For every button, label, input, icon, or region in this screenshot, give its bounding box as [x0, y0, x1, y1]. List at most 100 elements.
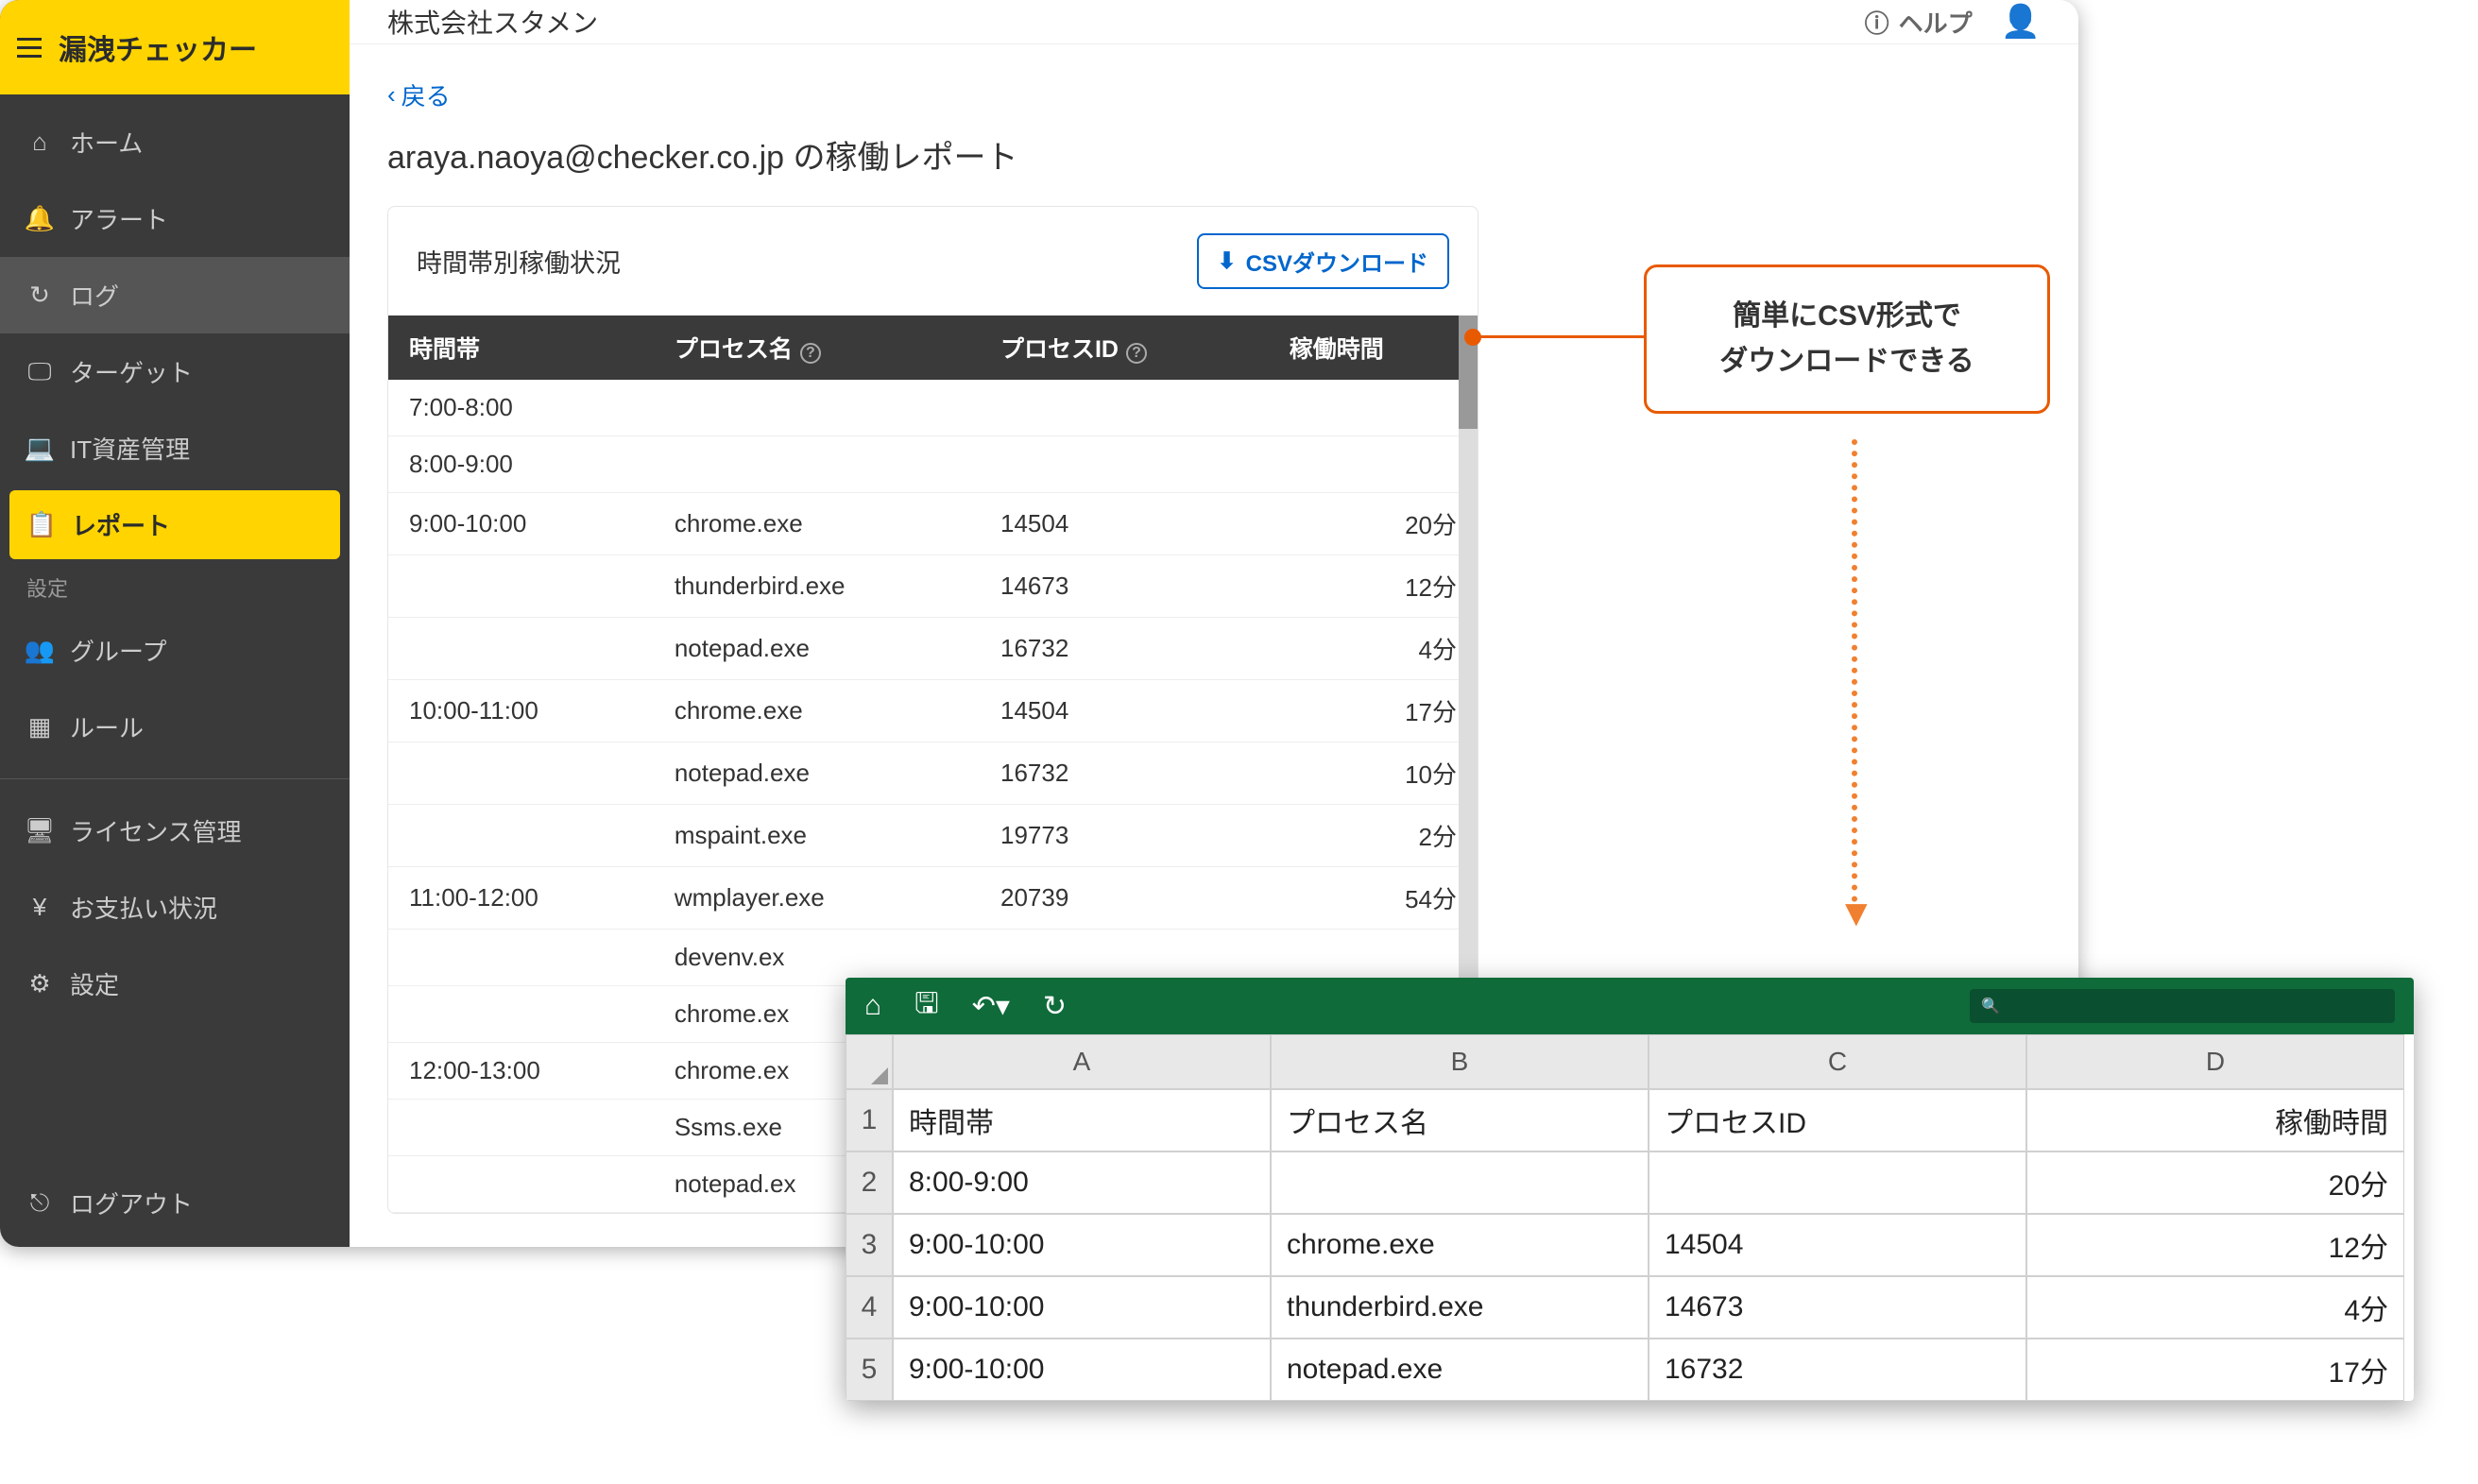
excel-cell-c[interactable]: 14673: [1649, 1276, 2026, 1339]
excel-toolbar: ⌂ 🖫 ↶▾ ↻ 🔍: [846, 978, 2414, 1034]
sidebar-item-assets[interactable]: 💻IT資産管理: [0, 410, 350, 486]
help-circle-icon[interactable]: ?: [1126, 343, 1147, 364]
excel-row-number[interactable]: 3: [846, 1214, 893, 1276]
sidebar-item-settings[interactable]: ⚙設定: [0, 946, 350, 1022]
monitor-icon: 🖵: [26, 359, 53, 385]
excel-cell-d[interactable]: 4分: [2026, 1276, 2404, 1339]
excel-row-number[interactable]: 4: [846, 1276, 893, 1339]
col-duration: 稼働時間: [1269, 316, 1478, 380]
col-pid: プロセスID?: [980, 316, 1269, 380]
search-icon: 🔍: [1981, 997, 2000, 1015]
excel-col-header[interactable]: A: [893, 1034, 1271, 1089]
download-icon: ⬇: [1218, 247, 1237, 275]
excel-row-number[interactable]: 2: [846, 1151, 893, 1214]
excel-cell-d[interactable]: 稼働時間: [2026, 1089, 2404, 1151]
excel-grid: ABCD1時間帯プロセス名プロセスID稼働時間28:00-9:0020分39:0…: [846, 1034, 2414, 1401]
excel-cell-c[interactable]: 14504: [1649, 1214, 2026, 1276]
excel-cell-b[interactable]: thunderbird.exe: [1271, 1276, 1649, 1339]
sidebar-item-alert[interactable]: 🔔アラート: [0, 180, 350, 257]
arrow-head-icon: ▼: [1837, 893, 1875, 935]
table-row: 10:00-11:00chrome.exe1450417分: [388, 680, 1478, 742]
clipboard-icon: 📋: [28, 512, 55, 538]
logout-icon: ⎋: [26, 1190, 53, 1217]
logout-button[interactable]: ⎋ログアウト: [0, 1159, 350, 1247]
topbar-actions: ⓘヘルプ 👤: [1865, 3, 2041, 41]
excel-cell-d[interactable]: 20分: [2026, 1151, 2404, 1214]
arrow-dotted: [1852, 439, 1857, 902]
excel-col-header[interactable]: C: [1649, 1034, 2026, 1089]
laptop-icon: 💻: [26, 435, 53, 462]
excel-row-number[interactable]: 5: [846, 1339, 893, 1401]
page-title: araya.naoya@checker.co.jp の稼働レポート: [387, 131, 2041, 178]
table-row: 7:00-8:00: [388, 380, 1478, 436]
sidebar-item-payment[interactable]: ¥お支払い状況: [0, 869, 350, 946]
home-icon: ⌂: [26, 129, 53, 156]
csv-download-button[interactable]: ⬇CSVダウンロード: [1197, 233, 1449, 289]
sidebar-item-license[interactable]: 🖥ライセンス管理: [0, 793, 350, 869]
grid-icon: ▦: [26, 714, 53, 741]
topbar: 株式会社スタメン ⓘヘルプ 👤: [350, 0, 2078, 44]
excel-cell-a[interactable]: 時間帯: [893, 1089, 1271, 1151]
sidebar-item-group[interactable]: 👥グループ: [0, 612, 350, 689]
card-header: 時間帯別稼働状況 ⬇CSVダウンロード: [388, 207, 1478, 316]
excel-cell-a[interactable]: 9:00-10:00: [893, 1214, 1271, 1276]
sidebar: 漏洩チェッカー ⌂ホーム 🔔アラート ↻ログ 🖵ターゲット 💻IT資産管理 📋レ…: [0, 0, 350, 1247]
company-name: 株式会社スタメン: [387, 3, 1865, 41]
excel-corner[interactable]: [846, 1034, 893, 1089]
chevron-left-icon: ‹: [387, 80, 396, 110]
sidebar-item-log[interactable]: ↻ログ: [0, 257, 350, 333]
sidebar-item-rule[interactable]: ▦ルール: [0, 689, 350, 765]
table-row: notepad.exe1673210分: [388, 742, 1478, 805]
brand-header: 漏洩チェッカー: [0, 0, 350, 94]
help-icon: ⓘ: [1865, 5, 1889, 40]
save-icon[interactable]: 🖫: [914, 982, 939, 1031]
excel-cell-a[interactable]: 9:00-10:00: [893, 1276, 1271, 1339]
excel-cell-b[interactable]: プロセス名: [1271, 1089, 1649, 1151]
excel-cell-c[interactable]: プロセスID: [1649, 1089, 2026, 1151]
excel-cell-a[interactable]: 9:00-10:00: [893, 1339, 1271, 1401]
excel-search[interactable]: 🔍: [1970, 989, 2395, 1023]
nav-section-label: 設定: [0, 563, 350, 612]
excel-cell-b[interactable]: chrome.exe: [1271, 1214, 1649, 1276]
gear-icon: ⚙: [26, 971, 53, 998]
yen-icon: ¥: [26, 895, 53, 921]
user-icon[interactable]: 👤: [2001, 3, 2041, 41]
excel-cell-c[interactable]: 16732: [1649, 1339, 2026, 1401]
excel-cell-c[interactable]: [1649, 1151, 2026, 1214]
excel-cell-a[interactable]: 8:00-9:00: [893, 1151, 1271, 1214]
table-row: 9:00-10:00chrome.exe1450420分: [388, 493, 1478, 555]
col-process: プロセス名?: [654, 316, 980, 380]
menu-icon[interactable]: [17, 38, 42, 58]
callout-dot: [1464, 329, 1481, 346]
nav: ⌂ホーム 🔔アラート ↻ログ 🖵ターゲット 💻IT資産管理 📋レポート 設定 👥…: [0, 94, 350, 1159]
table-row: thunderbird.exe1467312分: [388, 555, 1478, 618]
excel-cell-b[interactable]: [1271, 1151, 1649, 1214]
group-icon: 👥: [26, 638, 53, 664]
table-row: 11:00-12:00wmplayer.exe2073954分: [388, 867, 1478, 930]
divider: [0, 778, 350, 779]
display-icon: 🖥: [26, 818, 53, 844]
sidebar-item-target[interactable]: 🖵ターゲット: [0, 333, 350, 410]
excel-cell-d[interactable]: 17分: [2026, 1339, 2404, 1401]
sidebar-item-home[interactable]: ⌂ホーム: [0, 104, 350, 180]
excel-col-header[interactable]: B: [1271, 1034, 1649, 1089]
undo-icon[interactable]: ↶▾: [972, 990, 1010, 1023]
history-icon: ↻: [26, 282, 53, 309]
refresh-icon[interactable]: ↻: [1043, 990, 1067, 1023]
back-link[interactable]: ‹戻る: [387, 77, 451, 112]
excel-cell-d[interactable]: 12分: [2026, 1214, 2404, 1276]
excel-cell-b[interactable]: notepad.exe: [1271, 1339, 1649, 1401]
excel-row-number[interactable]: 1: [846, 1089, 893, 1151]
table-row: 8:00-9:00: [388, 436, 1478, 493]
col-time: 時間帯: [388, 316, 654, 380]
excel-col-header[interactable]: D: [2026, 1034, 2404, 1089]
callout-connector: [1474, 335, 1644, 338]
excel-window: ⌂ 🖫 ↶▾ ↻ 🔍 ABCD 1時間帯プロセス名プロセスID稼働時間 28:00-…: [846, 978, 2414, 1401]
help-button[interactable]: ⓘヘルプ: [1865, 5, 1973, 40]
table-row: notepad.exe167324分: [388, 618, 1478, 680]
table-row: mspaint.exe197732分: [388, 805, 1478, 867]
help-circle-icon[interactable]: ?: [800, 343, 821, 364]
excel-home-icon[interactable]: ⌂: [864, 990, 881, 1022]
sidebar-item-report[interactable]: 📋レポート: [9, 490, 340, 559]
card-title: 時間帯別稼働状況: [417, 243, 621, 280]
